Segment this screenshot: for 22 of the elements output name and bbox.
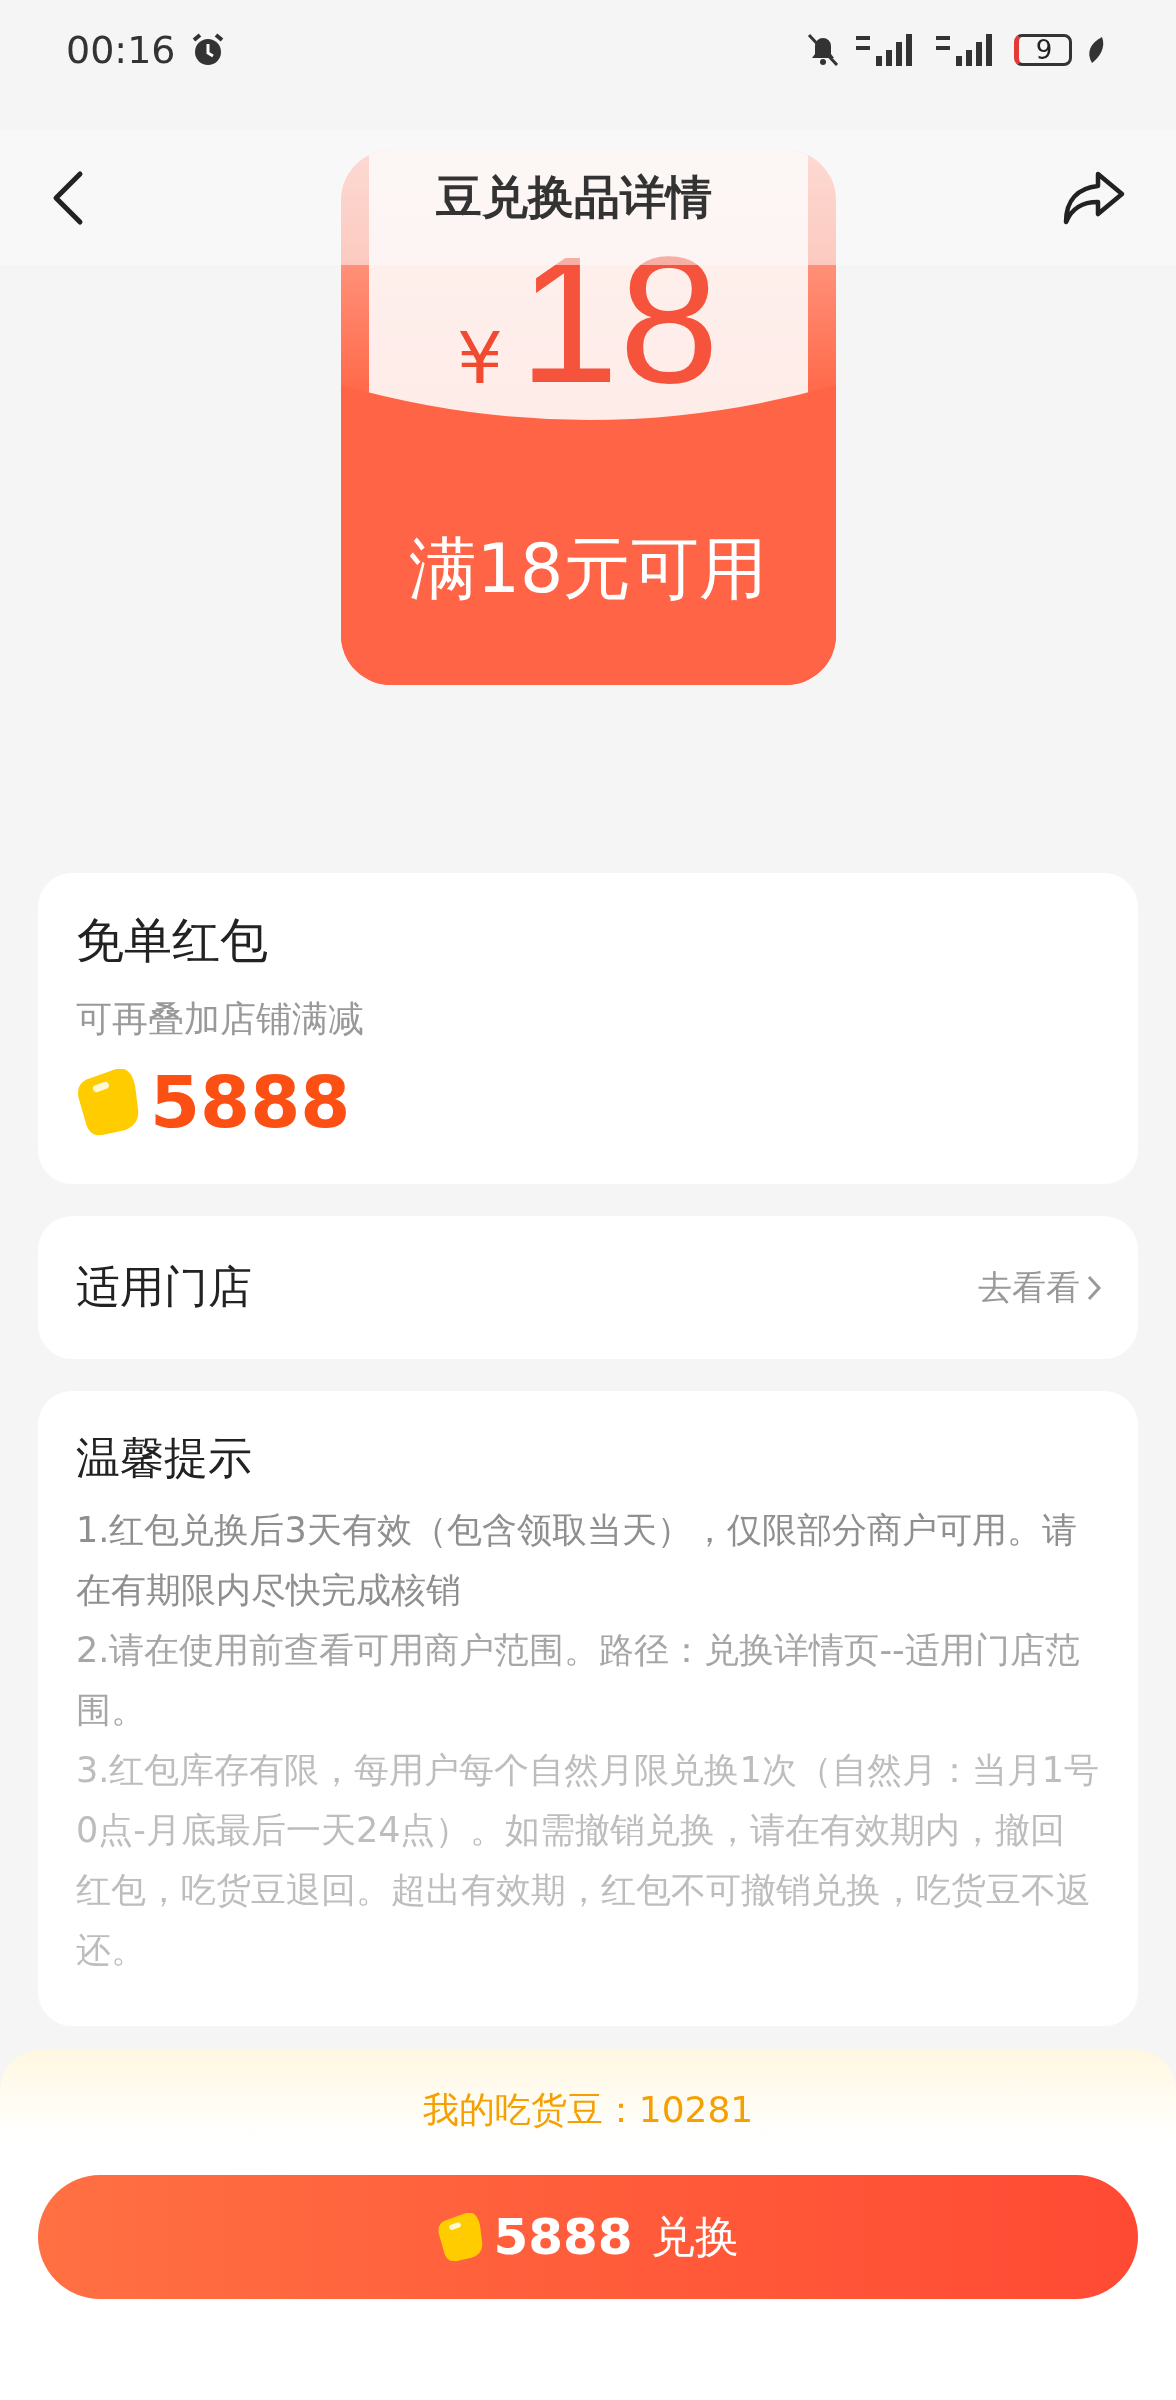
status-time: 00:16: [66, 28, 176, 72]
stores-label: 适用门店: [76, 1260, 252, 1314]
redeem-button[interactable]: 5888 兑换: [38, 2175, 1138, 2299]
coupon-amount: 18: [518, 230, 719, 410]
page-title: 豆兑换品详情: [436, 168, 712, 226]
tip-text: 2.请在使用前查看可用商户范围。路径：兑换详情页--适用门店范围。: [76, 1629, 1081, 1732]
product-name: 免单红包: [76, 911, 269, 970]
tip-text: 1.红包兑换后3天有效（包含领取当天），仅限部分商户可用。请在有期限内尽快完成核销: [76, 1509, 1078, 1612]
battery-icon: 9: [1014, 34, 1072, 66]
product-subtitle: 可再叠加店铺满减: [76, 997, 365, 1041]
bell-muted-icon: [806, 32, 840, 68]
tips-title: 温馨提示: [76, 1431, 253, 1485]
bean-balance: 我的吃货豆：10281: [422, 2088, 754, 2132]
bean-price: 5888: [150, 1060, 351, 1144]
view-stores-link[interactable]: 去看看: [978, 1264, 1102, 1311]
tip-text: 3.红包库存有限，每用户每个自然月限兑换1次（自然月：当月1号0点-月底最后一天24点）。如需撤销兑换，请在有效期内，撤回红包，吃货豆退回。超出有效期，红包不可撤销兑换，吃货豆不返还。: [76, 1749, 1100, 1972]
chevron-right-icon: [1086, 1273, 1102, 1302]
leaf-icon: [1086, 35, 1106, 65]
stores-card[interactable]: 适用门店 去看看: [38, 1216, 1138, 1359]
currency-symbol: ¥: [457, 316, 503, 400]
coupon-condition: 满18元可用: [407, 528, 769, 610]
share-icon[interactable]: [1062, 169, 1126, 226]
